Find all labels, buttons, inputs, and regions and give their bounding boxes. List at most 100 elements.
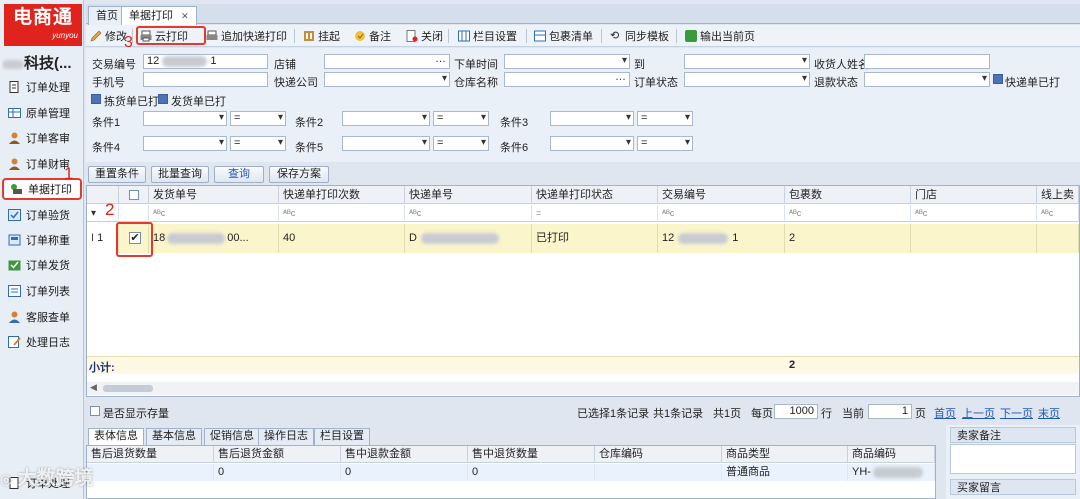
sidebar-item-customer-review[interactable]: 订单客审: [2, 127, 82, 149]
condition-5-field[interactable]: [342, 136, 430, 151]
filter-ship-no[interactable]: ᴬᴮc: [149, 205, 279, 222]
column-settings-button[interactable]: 栏目设置: [458, 28, 517, 44]
tab-body-info[interactable]: 表体信息: [88, 428, 144, 445]
detail-col-return-qty[interactable]: 售后退货数量: [87, 446, 214, 463]
query-button[interactable]: 查询: [214, 166, 264, 183]
filter-store[interactable]: ᴬᴮc: [911, 205, 1037, 222]
col-ship-no[interactable]: 发货单号: [149, 186, 279, 204]
cell-express-no[interactable]: D: [405, 224, 532, 253]
tab-basic-info[interactable]: 基本信息: [146, 428, 202, 445]
tab-operation-log[interactable]: 操作日志: [258, 428, 314, 445]
select-all-checkbox[interactable]: [129, 190, 139, 200]
per-page-input[interactable]: 1000: [774, 404, 818, 419]
warehouse-selector[interactable]: [504, 72, 630, 87]
cell-online[interactable]: [1037, 224, 1079, 253]
cell-ship-no[interactable]: 18 00...: [149, 224, 279, 253]
condition-6-operator[interactable]: =: [637, 136, 693, 151]
cell-packages[interactable]: 2: [785, 224, 911, 253]
trade-no-input[interactable]: 12 1: [143, 54, 268, 69]
filter-packages[interactable]: ᴬᴮc: [785, 205, 911, 222]
col-store[interactable]: 门店: [911, 186, 1037, 204]
show-stock-checkbox[interactable]: [90, 406, 100, 416]
sidebar-item-process-log[interactable]: 处理日志: [2, 331, 82, 353]
col-print-count[interactable]: 快递单打印次数: [279, 186, 405, 204]
close-icon[interactable]: ✕: [181, 11, 189, 21]
shop-selector[interactable]: [324, 54, 450, 69]
col-online[interactable]: 线上卖: [1037, 186, 1079, 204]
reset-conditions-button[interactable]: 重置条件: [88, 166, 146, 183]
filter-online[interactable]: ᴬᴮc: [1037, 205, 1079, 222]
ship-printed-checkbox[interactable]: [158, 94, 168, 104]
export-page-button[interactable]: 输出当前页: [685, 28, 755, 44]
tab-document-print[interactable]: 单据打印 ✕: [121, 6, 197, 25]
condition-6-field[interactable]: [550, 136, 634, 151]
refund-status-select[interactable]: [864, 72, 990, 87]
detail-col-product-code[interactable]: 商品编码: [848, 446, 935, 463]
tab-promotion-info[interactable]: 促销信息: [204, 428, 260, 445]
scroll-left-icon[interactable]: ◀: [90, 382, 97, 393]
sidebar-item-service-lookup[interactable]: 客服查单: [2, 306, 82, 328]
filter-print-status[interactable]: =: [532, 205, 658, 222]
cell-store[interactable]: [911, 224, 1037, 253]
next-page-link[interactable]: 下一页: [1000, 405, 1033, 421]
condition-5-operator[interactable]: =: [433, 136, 489, 151]
sidebar-item-order-list[interactable]: 订单列表: [2, 280, 82, 302]
condition-1-field[interactable]: [143, 111, 227, 126]
pick-printed-checkbox[interactable]: [91, 94, 101, 104]
cell-print-count[interactable]: 40: [279, 224, 405, 253]
filter-trade-no[interactable]: ᴬᴮc: [658, 205, 785, 222]
detail-cell-product-type[interactable]: 普通商品: [722, 464, 848, 481]
order-time-end[interactable]: [684, 54, 810, 69]
detail-col-warehouse-code[interactable]: 仓库编码: [595, 446, 722, 463]
order-time-start[interactable]: [504, 54, 630, 69]
detail-cell-refund-amount[interactable]: 0: [341, 464, 468, 481]
prev-page-link[interactable]: 上一页: [962, 405, 995, 421]
condition-2-operator[interactable]: =: [433, 111, 489, 126]
detail-col-refund-qty[interactable]: 售中退货数量: [468, 446, 595, 463]
sync-template-button[interactable]: ⟲ 同步模板: [610, 28, 669, 44]
phone-input[interactable]: [143, 72, 268, 87]
edit-button[interactable]: 修改: [90, 28, 127, 44]
scrollbar-thumb[interactable]: [103, 385, 153, 392]
sidebar-item-order-inspect[interactable]: 订单验货: [2, 204, 82, 226]
col-packages[interactable]: 包裹数: [785, 186, 911, 204]
condition-1-operator[interactable]: =: [230, 111, 286, 126]
cell-print-status[interactable]: 已打印: [532, 224, 658, 253]
detail-col-return-amount[interactable]: 售后退货金额: [214, 446, 341, 463]
col-print-status[interactable]: 快递单打印状态: [532, 186, 658, 204]
filter-print-count[interactable]: ᴬᴮc: [279, 205, 405, 222]
hang-up-button[interactable]: 挂起: [303, 28, 340, 44]
package-list-button[interactable]: 包裹清单: [534, 28, 593, 44]
condition-3-operator[interactable]: =: [637, 111, 693, 126]
express-select[interactable]: [324, 72, 450, 87]
sidebar-item-order-weigh[interactable]: 订单称重: [2, 229, 82, 251]
filter-express-no[interactable]: ᴬᴮc: [405, 205, 532, 222]
condition-2-field[interactable]: [342, 111, 430, 126]
detail-cell-product-code[interactable]: YH-: [848, 464, 935, 481]
col-trade-no[interactable]: 交易编号: [658, 186, 785, 204]
sidebar-item-order-process[interactable]: 订单处理: [2, 76, 82, 98]
condition-4-field[interactable]: [143, 136, 227, 151]
detail-cell-return-amount[interactable]: 0: [214, 464, 341, 481]
sidebar-item-order-ship[interactable]: 订单发货: [2, 254, 82, 276]
col-express-no[interactable]: 快递单号: [405, 186, 532, 204]
last-page-link[interactable]: 末页: [1038, 405, 1060, 421]
detail-col-refund-amount[interactable]: 售中退款金额: [341, 446, 468, 463]
first-page-link[interactable]: 首页: [934, 405, 956, 421]
close-order-button[interactable]: 关闭: [406, 28, 443, 44]
detail-col-product-type[interactable]: 商品类型: [722, 446, 848, 463]
seller-note-box[interactable]: [950, 444, 1076, 474]
detail-cell-refund-qty[interactable]: 0: [468, 464, 595, 481]
order-status-select[interactable]: [684, 72, 810, 87]
express-printed-checkbox[interactable]: [993, 74, 1003, 84]
cell-trade-no[interactable]: 12 1: [658, 224, 785, 253]
horizontal-scrollbar[interactable]: ◀: [87, 382, 1079, 395]
tab-column-settings[interactable]: 栏目设置: [314, 428, 370, 445]
current-page-input[interactable]: 1: [868, 404, 912, 419]
batch-query-button[interactable]: 批量查询: [151, 166, 209, 183]
save-scheme-button[interactable]: 保存方案: [269, 166, 329, 183]
detail-cell-warehouse-code[interactable]: [595, 464, 722, 481]
remark-button[interactable]: 备注: [354, 28, 391, 44]
receiver-input[interactable]: [864, 54, 990, 69]
condition-4-operator[interactable]: =: [230, 136, 286, 151]
